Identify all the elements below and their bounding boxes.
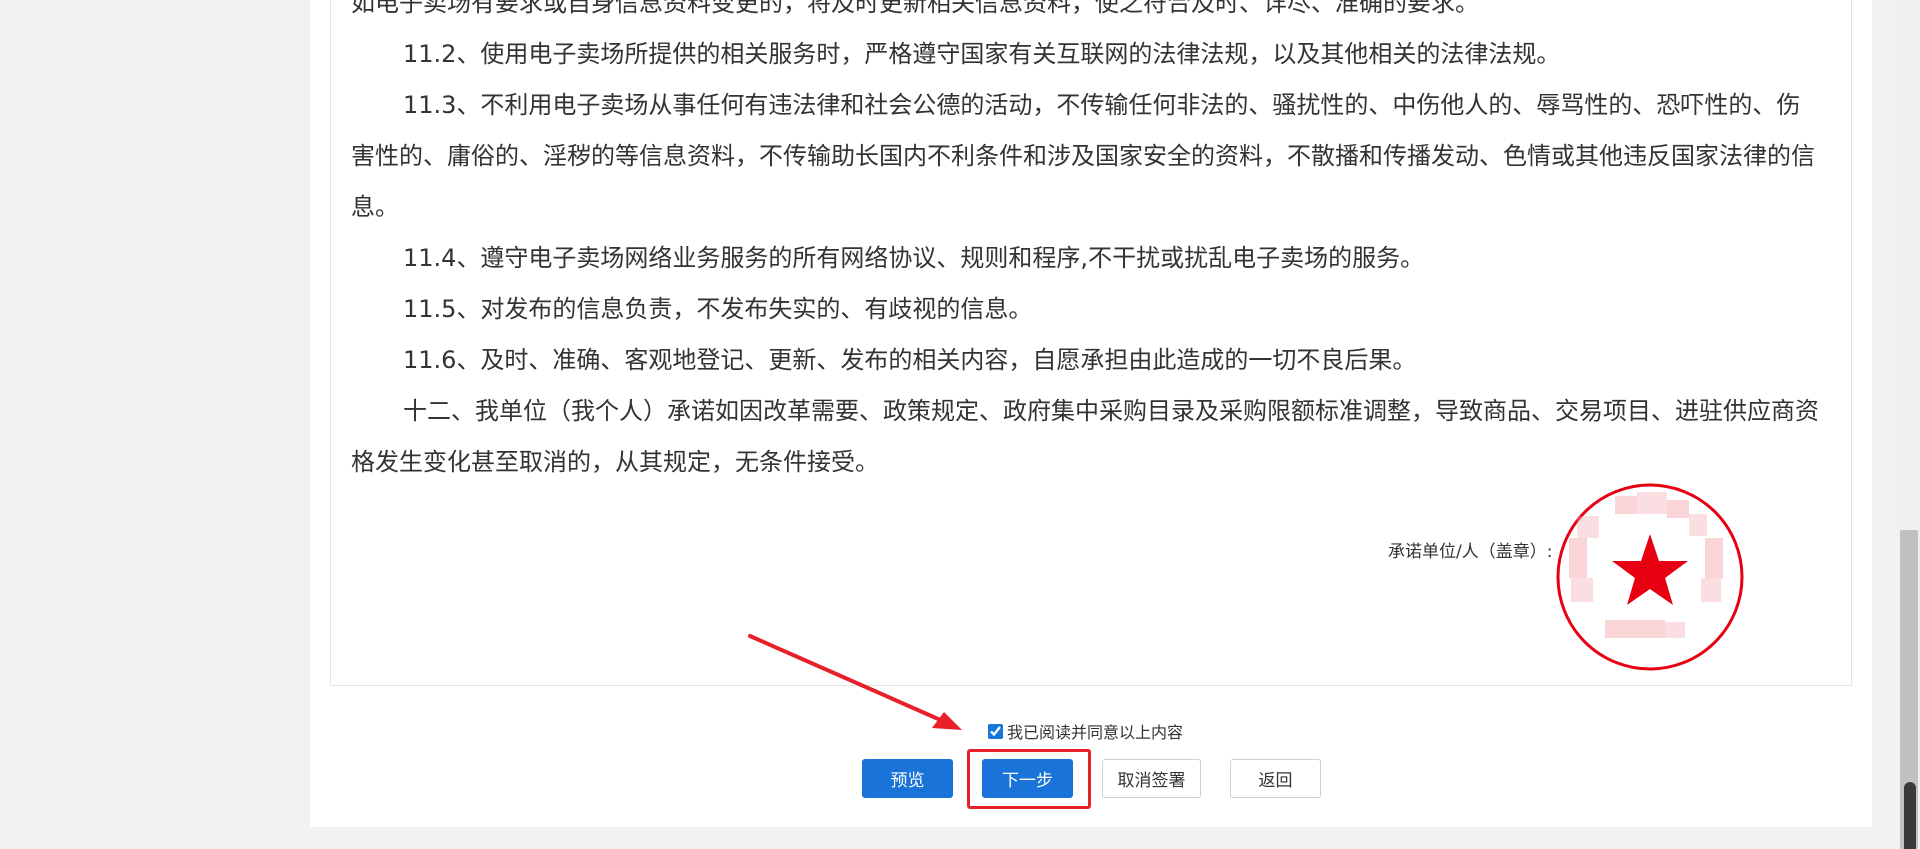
agreement-paragraph: 如电子卖场有要求或自身信息资料变更的，将及时更新相关信息资料，使之符合及时、详尽… <box>351 0 1479 17</box>
annotation-highlight-box <box>967 749 1091 809</box>
back-button[interactable]: 返回 <box>1230 759 1321 798</box>
agreement-checkbox-label[interactable]: 我已阅读并同意以上内容 <box>1007 719 1183 743</box>
agreement-paragraph: 11.2、使用电子卖场所提供的相关服务时，严格遵守国家有关互联网的法律法规，以及… <box>403 40 1561 68</box>
signature-label: 承诺单位/人（盖章）: <box>1388 542 1553 562</box>
agreement-paragraph: 十二、我单位（我个人）承诺如因改革需要、政策规定、政府集中采购目录及采购限额标准… <box>351 397 1819 476</box>
agreement-checkbox[interactable] <box>988 723 1003 739</box>
agreement-paragraph: 11.5、对发布的信息负责，不发布失实的、有歧视的信息。 <box>403 295 1033 323</box>
star-icon <box>1612 534 1688 605</box>
cancel-sign-button[interactable]: 取消签署 <box>1102 759 1201 798</box>
agreement-text: 如电子卖场有要求或自身信息资料变更的，将及时更新相关信息资料，使之符合及时、详尽… <box>351 0 1821 488</box>
official-seal <box>1556 483 1744 671</box>
preview-button[interactable]: 预览 <box>862 759 953 798</box>
agreement-paragraph: 11.4、遵守电子卖场网络业务服务的所有网络协议、规则和程序,不干扰或扰乱电子卖… <box>403 244 1425 272</box>
agreement-checkbox-row[interactable]: 我已阅读并同意以上内容 <box>988 720 1183 742</box>
agreement-paragraph: 11.3、不利用电子卖场从事任何有违法律和社会公德的活动，不传输任何非法的、骚扰… <box>351 91 1815 221</box>
agreement-paragraph: 11.6、及时、准确、客观地登记、更新、发布的相关内容，自愿承担由此造成的一切不… <box>403 346 1417 374</box>
scrollbar-indicator <box>1904 782 1916 849</box>
annotation-arrow <box>748 634 962 730</box>
